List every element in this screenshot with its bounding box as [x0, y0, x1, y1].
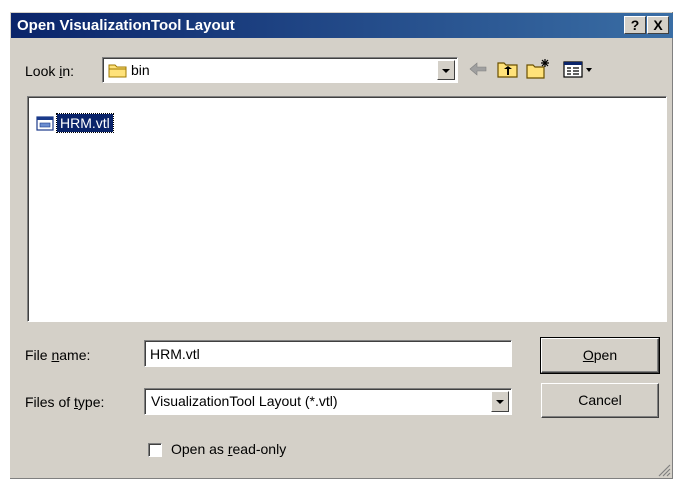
dialog-title: Open VisualizationTool Layout [17, 17, 235, 34]
look-in-label: Look in: [25, 63, 75, 79]
cancel-button[interactable]: Cancel [541, 383, 659, 418]
folder-icon [108, 64, 127, 78]
back-arrow-icon[interactable] [466, 57, 490, 81]
read-only-checkbox[interactable] [148, 443, 162, 457]
look-in-combo[interactable]: bin [102, 57, 458, 83]
open-dialog: Open VisualizationTool Layout ? X Look i… [9, 11, 673, 479]
title-bar[interactable]: Open VisualizationTool Layout [11, 13, 673, 38]
up-folder-icon[interactable] [496, 57, 520, 81]
look-in-dropdown-button[interactable] [437, 60, 455, 80]
file-list[interactable]: HRM.vtl [27, 96, 667, 322]
file-type-dropdown-button[interactable] [491, 391, 509, 412]
read-only-label[interactable]: Open as read-only [171, 441, 286, 457]
look-in-value: bin [131, 62, 150, 78]
new-folder-icon[interactable] [525, 57, 551, 81]
file-item-name: HRM.vtl [56, 113, 114, 133]
vtl-file-icon [36, 116, 54, 131]
help-button[interactable]: ? [624, 16, 646, 34]
file-type-combo[interactable]: VisualizationTool Layout (*.vtl) [144, 388, 512, 415]
view-menu-icon[interactable] [562, 57, 596, 81]
file-item[interactable]: HRM.vtl [36, 113, 114, 133]
file-type-value: VisualizationTool Layout (*.vtl) [151, 393, 338, 409]
resize-grip[interactable] [657, 463, 671, 477]
file-name-label: File name: [25, 347, 91, 363]
open-button[interactable]: Open [540, 337, 660, 374]
file-name-input[interactable] [144, 340, 512, 367]
file-type-label: Files of type: [25, 394, 105, 410]
close-button[interactable]: X [647, 16, 669, 34]
